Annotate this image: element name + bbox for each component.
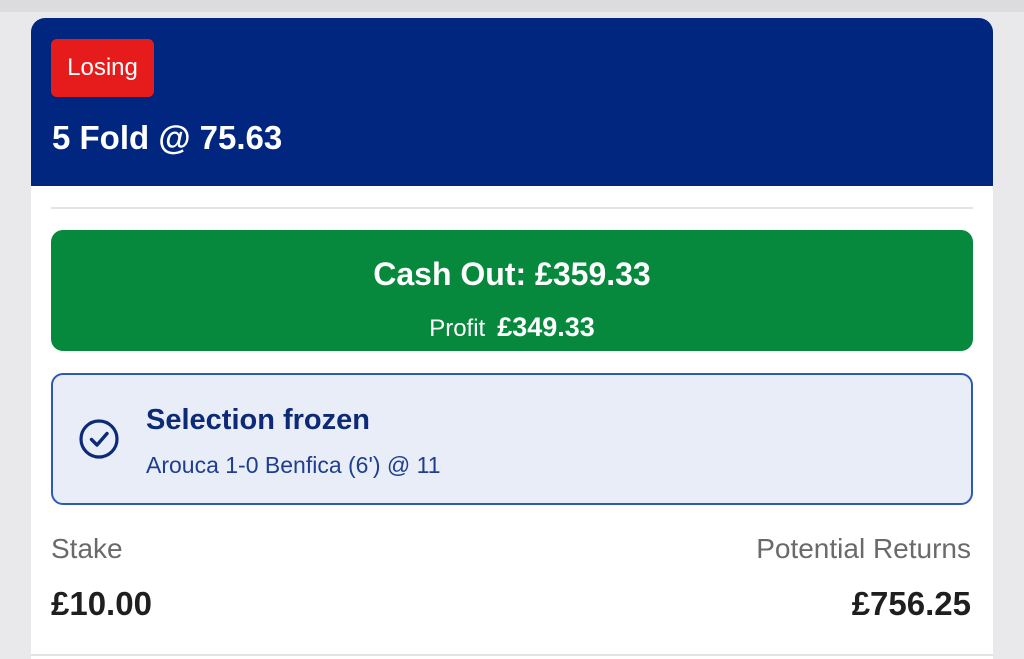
potential-returns-label: Potential Returns <box>756 533 971 564</box>
profit-value: £349.33 <box>497 312 595 342</box>
frozen-title: Selection frozen <box>146 404 370 436</box>
profit-line: Profit £349.33 <box>51 310 973 349</box>
bet-card: Losing 5 Fold @ 75.63 Cash Out: £359.33 … <box>31 18 993 659</box>
bet-title: 5 Fold @ 75.63 <box>52 119 283 156</box>
cash-out-label: Cash Out: £359.33 <box>373 256 651 292</box>
frozen-detail: Arouca 1-0 Benfica (6') @ 11 <box>146 452 441 478</box>
frozen-selection-panel: Selection frozen Arouca 1-0 Benfica (6')… <box>51 373 973 505</box>
profit-label: Profit <box>429 315 486 342</box>
check-circle-icon <box>79 419 119 459</box>
stake-value: £10.00 <box>51 585 152 622</box>
cash-out-button[interactable]: Cash Out: £359.33 Profit £349.33 <box>51 230 973 351</box>
top-strip <box>0 0 1024 12</box>
potential-returns-value: £756.25 <box>851 585 971 622</box>
divider <box>51 207 973 209</box>
bet-header: Losing 5 Fold @ 75.63 <box>31 18 993 186</box>
stake-label: Stake <box>51 533 123 564</box>
status-badge: Losing <box>51 39 154 97</box>
bottom-divider <box>31 654 993 656</box>
